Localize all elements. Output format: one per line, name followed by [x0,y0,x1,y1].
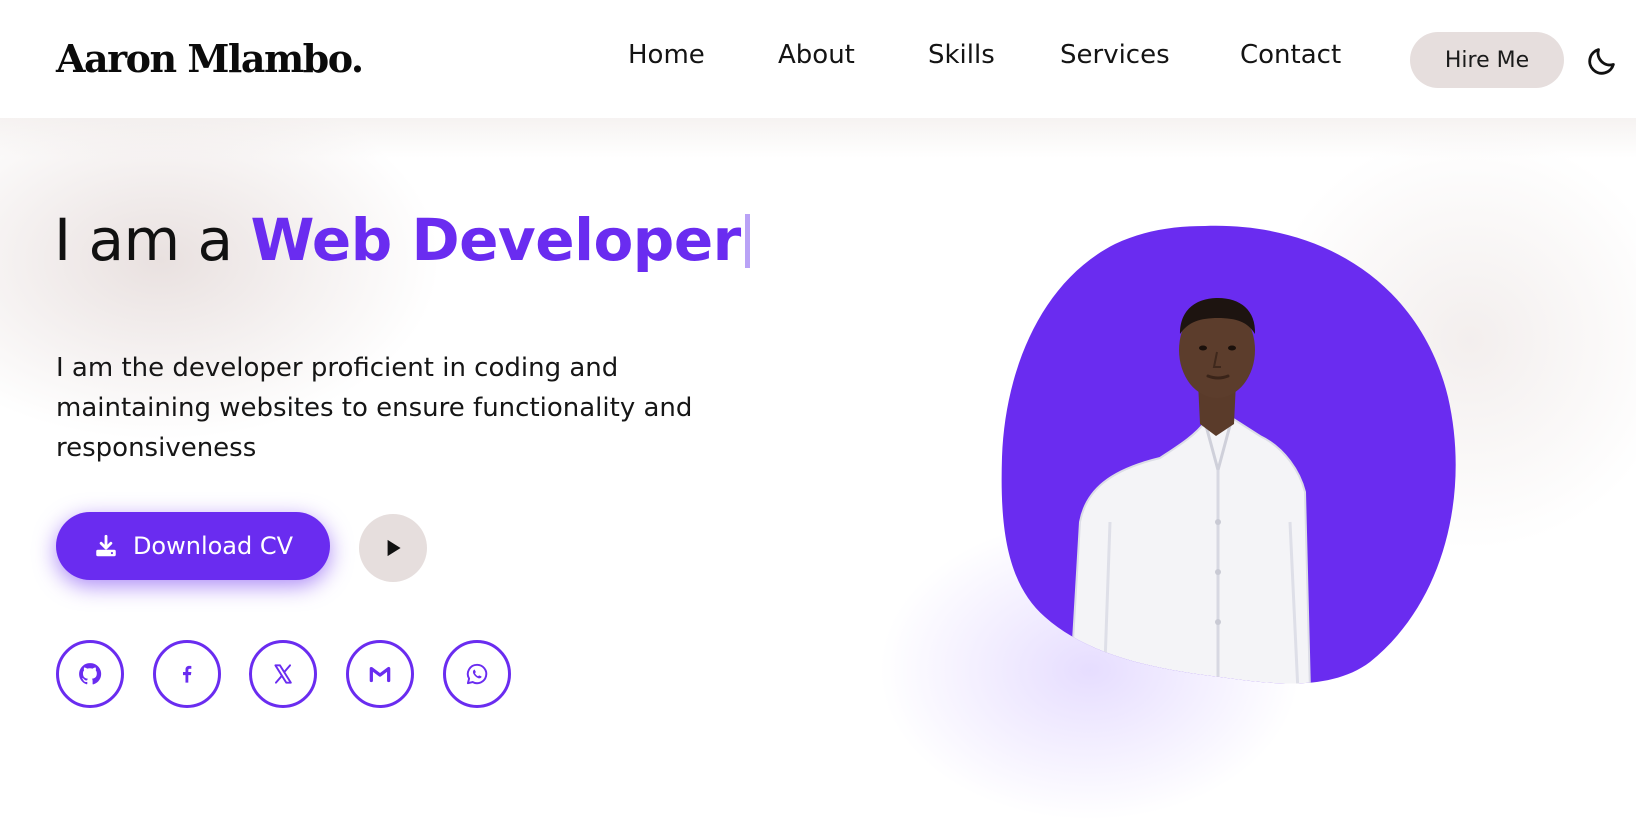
facebook-link[interactable] [153,640,221,708]
site-logo[interactable]: Aaron Mlambo. [56,36,364,81]
nav-home[interactable]: Home [628,40,705,70]
whatsapp-link[interactable] [443,640,511,708]
nav-skills[interactable]: Skills [928,40,995,70]
download-cv-button[interactable]: Download CV [56,512,330,580]
whatsapp-icon [466,663,488,685]
typing-caret [744,214,750,268]
profile-image [1001,225,1456,684]
hire-me-button[interactable]: Hire Me [1410,32,1564,88]
gmail-link[interactable] [346,640,414,708]
profile-portrait [1000,222,1460,690]
nav-services[interactable]: Services [1060,40,1170,70]
x-icon [274,664,292,684]
play-icon [387,539,401,557]
nav-contact[interactable]: Contact [1240,40,1341,70]
hero-description: I am the developer proficient in coding … [56,353,693,463]
moon-icon [1588,48,1615,75]
site-header: Aaron Mlambo. Home About Skills Services… [0,0,1636,118]
headline-prefix: I am a [54,206,233,274]
facebook-icon [182,665,192,683]
gmail-icon [369,666,391,683]
hero-headline: I am a Web Developer [54,206,750,274]
play-video-button[interactable] [359,514,427,582]
download-icon [96,534,116,557]
theme-toggle-button[interactable] [1585,44,1619,78]
portfolio-page: Aaron Mlambo. Home About Skills Services… [0,0,1636,837]
github-link[interactable] [56,640,124,708]
nav-about[interactable]: About [778,40,855,70]
header-shadow-band [0,118,1636,158]
github-icon [79,663,102,685]
download-cv-label: Download CV [132,532,294,560]
headline-role: Web Developer [250,206,742,274]
x-link[interactable] [249,640,317,708]
